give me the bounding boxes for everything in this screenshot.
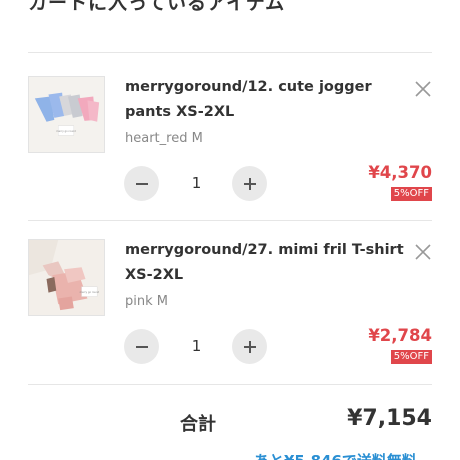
- item-price: ¥2,784: [368, 326, 432, 345]
- quantity-input[interactable]: [169, 329, 224, 364]
- close-icon: [415, 81, 431, 97]
- jogger-pants-image: merry go round: [29, 77, 104, 152]
- fril-tshirt-image: merry go round: [29, 240, 104, 315]
- page-title: カートに入っているアイテム: [28, 0, 286, 14]
- product-name[interactable]: merrygoround/27. mimi fril T-shirt XS-2X…: [125, 238, 407, 288]
- increase-quantity-button[interactable]: [232, 329, 267, 364]
- cart-item: merry go round merrygoround/12. cute jog…: [28, 53, 432, 217]
- divider: [28, 384, 432, 385]
- product-thumbnail[interactable]: merry go round: [28, 239, 105, 316]
- product-thumbnail[interactable]: merry go round: [28, 76, 105, 153]
- item-price: ¥4,370: [368, 163, 432, 182]
- product-variant: pink M: [125, 294, 168, 309]
- product-name[interactable]: merrygoround/12. cute jogger pants XS-2X…: [125, 75, 407, 125]
- plus-icon: [243, 177, 256, 190]
- total-label: 合計: [180, 414, 216, 435]
- discount-badge: 5%OFF: [390, 350, 432, 364]
- discount-badge: 5%OFF: [390, 187, 432, 201]
- thumbnail-caption: merry go round: [80, 290, 100, 294]
- remove-item-button[interactable]: [414, 243, 432, 261]
- cart-item: merry go round merrygoround/27. mimi fri…: [28, 216, 432, 380]
- quantity-input[interactable]: [169, 166, 224, 201]
- decrease-quantity-button[interactable]: [124, 329, 159, 364]
- minus-icon: [135, 345, 148, 348]
- decrease-quantity-button[interactable]: [124, 166, 159, 201]
- free-shipping-link[interactable]: あと¥5,846で送料無料: [254, 450, 417, 460]
- increase-quantity-button[interactable]: [232, 166, 267, 201]
- thumbnail-caption: merry go round: [56, 129, 76, 133]
- close-icon: [415, 244, 431, 260]
- plus-icon: [243, 340, 256, 353]
- minus-icon: [135, 182, 148, 185]
- product-variant: heart_red M: [125, 131, 203, 146]
- total-value: ¥7,154: [347, 406, 432, 431]
- remove-item-button[interactable]: [414, 80, 432, 98]
